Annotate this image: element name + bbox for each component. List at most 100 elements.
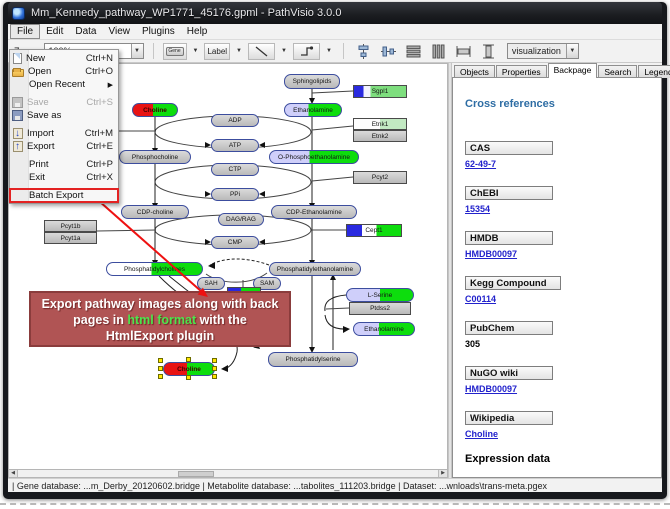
menu-view[interactable]: View (102, 25, 136, 38)
chevron-down-icon[interactable]: ▼ (131, 44, 143, 58)
import-icon (13, 128, 23, 139)
file-menu-exit[interactable]: Exit Ctrl+X (10, 171, 118, 184)
menu-help[interactable]: Help (181, 25, 214, 38)
node-cmp[interactable]: CMP (211, 236, 259, 249)
file-menu-import[interactable]: Import Ctrl+M (10, 127, 118, 140)
selection-handle[interactable] (158, 358, 163, 363)
file-menu-print[interactable]: Print Ctrl+P (10, 158, 118, 171)
line-chevron-icon[interactable]: ▼ (279, 48, 289, 54)
xref-link[interactable]: 15354 (465, 204, 661, 214)
file-menu-new[interactable]: New Ctrl+N (10, 52, 118, 65)
node-phosphatidylethanolamine[interactable]: Phosphatidylethanolamine (269, 262, 361, 276)
toolbar-separator (343, 43, 344, 59)
tab-backpage[interactable]: Backpage (548, 63, 598, 78)
node-sah[interactable]: SAH (197, 277, 225, 290)
node-sgpl1[interactable]: Sgpl1 (353, 85, 407, 98)
file-menu-batch-export[interactable]: Batch Export (10, 189, 118, 202)
label-chevron-icon[interactable]: ▼ (234, 48, 244, 54)
menu-edit[interactable]: Edit (40, 25, 69, 38)
node-dag[interactable]: DAG/RAG (218, 213, 264, 226)
visualization-combobox[interactable]: visualization ▼ (507, 43, 579, 59)
connector-tool-button[interactable] (293, 43, 320, 60)
node-choline-top[interactable]: Choline (132, 103, 178, 117)
align-center-x-icon[interactable] (356, 44, 371, 59)
distribute-horizontal-icon[interactable] (406, 44, 421, 59)
match-height-icon[interactable] (481, 44, 496, 59)
scrollbar-thumb[interactable] (178, 471, 214, 477)
xref-link[interactable]: HMDB00097 (465, 249, 661, 259)
xref-link[interactable]: C00114 (465, 294, 661, 304)
page-divider (0, 503, 670, 505)
file-menu-export[interactable]: Export Ctrl+E (10, 140, 118, 153)
horizontal-scrollbar[interactable]: ◀ ▶ (8, 470, 448, 478)
node-ethanolamine-bottom[interactable]: Ethanolamine (353, 322, 415, 336)
callout-line3: HtmlExport plugin (31, 328, 289, 344)
node-adp[interactable]: ADP (211, 114, 259, 127)
scroll-left-icon[interactable]: ◀ (9, 470, 18, 477)
selection-handle[interactable] (158, 374, 163, 379)
scroll-right-icon[interactable]: ▶ (438, 470, 447, 477)
node-cdp-choline[interactable]: CDP-choline (121, 205, 189, 219)
node-l-serine[interactable]: L-Serine (346, 288, 414, 302)
distribute-vertical-icon[interactable] (431, 44, 446, 59)
visualization-value: visualization (508, 46, 566, 56)
node-ethanolamine-top[interactable]: Ethanolamine (284, 103, 342, 117)
node-phosphocholine[interactable]: Phosphocholine (119, 150, 191, 164)
selection-handle[interactable] (212, 374, 217, 379)
node-pcyt1a[interactable]: Pcyt1a (44, 232, 97, 244)
file-menu-open[interactable]: Open Ctrl+O (10, 65, 118, 78)
xref-link[interactable]: Choline (465, 429, 661, 439)
node-etnk2[interactable]: Etnk2 (353, 130, 407, 142)
node-ppi[interactable]: PPi (211, 188, 259, 201)
add-datanode-button[interactable]: Gene (163, 43, 187, 60)
connector-tool-icon (299, 44, 314, 59)
line-tool-button[interactable] (248, 43, 275, 60)
selection-handle[interactable] (212, 358, 217, 363)
node-ctp[interactable]: CTP (211, 163, 259, 176)
chevron-down-icon[interactable]: ▼ (566, 44, 578, 58)
open-folder-icon (12, 69, 24, 77)
selection-handle[interactable] (186, 375, 191, 380)
node-sphingolipids[interactable]: Sphingolipids (284, 74, 340, 89)
file-menu-save-as[interactable]: Save as (10, 109, 118, 122)
node-ptdss2[interactable]: Ptdss2 (349, 302, 411, 315)
save-icon (12, 97, 23, 108)
node-etnk1[interactable]: Etnk1 (353, 118, 407, 130)
add-label-button[interactable]: Label (204, 43, 230, 60)
node-atp[interactable]: ATP (211, 139, 259, 152)
menu-file[interactable]: File (10, 24, 40, 39)
xref-link[interactable]: HMDB00097 (465, 384, 661, 394)
callout-highlight: html format (127, 313, 196, 327)
node-phosphatidylcholines[interactable]: Phosphatidylcholines (106, 262, 203, 276)
new-document-icon (13, 53, 22, 64)
callout-line1: Export pathway images along with back (31, 296, 289, 312)
gene-node-icon: Gene (166, 47, 184, 56)
selection-handle[interactable] (186, 357, 191, 362)
backpage-content[interactable]: Cross references CAS 62-49-7 ChEBI 15354… (452, 77, 662, 478)
titlebar[interactable]: Mm_Kennedy_pathway_WP1771_45176.gpml - P… (8, 2, 662, 24)
file-menu-save[interactable]: Save Ctrl+S (10, 96, 118, 109)
export-icon (13, 141, 23, 152)
xref-link[interactable]: 62-49-7 (465, 159, 661, 169)
file-menu-open-recent[interactable]: Open Recent ▶ (10, 78, 118, 91)
selection-handle[interactable] (158, 366, 163, 371)
connector-chevron-icon[interactable]: ▼ (324, 48, 334, 54)
callout-line2: pages in html format with the (31, 312, 289, 328)
node-cdp-ethanolamine[interactable]: CDP-Ethanolamine (271, 205, 357, 219)
node-pcyt2[interactable]: Pcyt2 (353, 171, 407, 184)
selection-handle[interactable] (212, 366, 217, 371)
menu-data[interactable]: Data (69, 25, 102, 38)
status-text: | Gene database: ...m_Derby_20120602.bri… (12, 481, 547, 491)
menubar: File Edit Data View Plugins Help (8, 24, 662, 40)
node-cept1[interactable]: Cept1 (346, 224, 402, 237)
align-center-y-icon[interactable] (381, 44, 396, 59)
node-phosphatidylserine[interactable]: Phosphatidylserine (268, 352, 358, 367)
node-o-phosphoethanolamine[interactable]: O-Phosphoethanolamine (269, 150, 359, 164)
match-width-icon[interactable] (456, 44, 471, 59)
xref-section-title: CAS (465, 141, 553, 155)
file-menu-dropdown: New Ctrl+N Open Ctrl+O Open Recent ▶ Sav… (9, 49, 119, 204)
node-pcyt1b[interactable]: Pcyt1b (44, 220, 97, 232)
node-choline-bottom-selected[interactable]: Choline (163, 362, 215, 376)
datanode-chevron-icon[interactable]: ▼ (191, 48, 201, 54)
menu-plugins[interactable]: Plugins (136, 25, 181, 38)
